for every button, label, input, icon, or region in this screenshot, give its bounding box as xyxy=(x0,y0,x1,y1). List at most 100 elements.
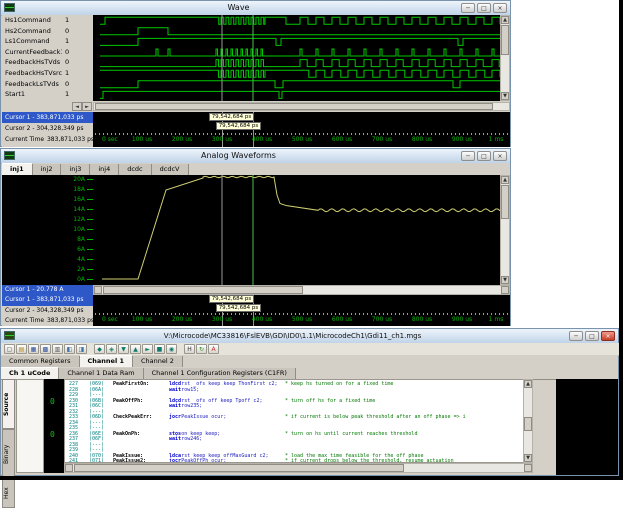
toolbar-stop-icon[interactable]: ■ xyxy=(154,344,165,354)
scroll-down-icon[interactable]: ▼ xyxy=(501,276,509,284)
toolbar-refresh-icon[interactable]: ↻ xyxy=(196,344,207,354)
side-tab-hex[interactable]: Hex xyxy=(2,479,15,508)
execution-marker[interactable]: 0 xyxy=(50,431,55,439)
analog-horizontal-scrollbar[interactable] xyxy=(93,285,510,295)
names-scroll-right-icon[interactable]: ► xyxy=(82,102,92,111)
analog-titlebar[interactable]: Analog Waveforms ─ □ × xyxy=(1,149,510,164)
wave-timeline-labels: 0 sec100 us200 us300 us400 us500 us600 u… xyxy=(93,136,510,146)
minimize-button[interactable]: ─ xyxy=(569,331,583,341)
toolbar-save-all-icon[interactable]: ▩ xyxy=(40,344,51,354)
wave-current-time-row: Current Time 383,871,033 ps xyxy=(2,134,96,147)
microcode-window: V:\Microcode\MC33816\FslEVB\GDI\ID0\1.1\… xyxy=(0,328,619,476)
toolbar-new-file-icon[interactable]: ▢ xyxy=(4,344,15,354)
code-view-side-tabs[interactable]: SourceBinaryHex xyxy=(2,379,16,473)
signal-value: 0 xyxy=(62,79,93,90)
wave-horizontal-scrollbar[interactable] xyxy=(93,102,510,111)
scroll-down-icon[interactable]: ▼ xyxy=(524,454,532,462)
toolbar-upload-icon[interactable]: ▲ xyxy=(130,344,141,354)
toolbar-assemble-icon[interactable]: A xyxy=(208,344,219,354)
analog-tab-inj4[interactable]: inj4 xyxy=(90,164,119,175)
wave-plot-area[interactable] xyxy=(93,15,500,101)
wave-vertical-scrollbar[interactable]: ▲ ▼ xyxy=(500,15,510,101)
analog-waveform xyxy=(93,175,500,285)
toolbar-compile-icon[interactable]: ◆ xyxy=(94,344,105,354)
toolbar-verify-icon[interactable]: ◉ xyxy=(166,344,177,354)
signal-value: 0 xyxy=(62,57,93,68)
channel-tab[interactable]: Channel 2 xyxy=(133,356,183,367)
timeline-label: 500 us xyxy=(292,316,312,323)
signal-name[interactable]: FeedbackHsTVds xyxy=(2,57,62,68)
toolbar-print-icon[interactable]: ▥ xyxy=(52,344,63,354)
breakpoint-strip[interactable]: 00 xyxy=(44,379,64,473)
signal-name[interactable]: Start1 xyxy=(2,89,62,100)
view-tab[interactable]: Ch 1 uCode xyxy=(1,367,59,379)
scroll-up-icon[interactable]: ▲ xyxy=(501,176,509,184)
maximize-button[interactable]: □ xyxy=(477,3,491,13)
scroll-down-icon[interactable]: ▼ xyxy=(501,92,509,100)
toolbar-hex-mode-icon[interactable]: H xyxy=(184,344,195,354)
toolbar-window-cascade-icon[interactable]: ◨ xyxy=(76,344,87,354)
analog-tab-inj1[interactable]: inj1 xyxy=(2,163,33,175)
scroll-left-icon[interactable] xyxy=(94,286,102,294)
channel-tab[interactable]: Channel 1 xyxy=(80,355,133,367)
signal-name[interactable]: CurrentFeedback1 xyxy=(2,47,62,58)
wave-timeline-strip[interactable]: 79,542,684 ps 79,542,684 ps 0 sec100 us2… xyxy=(93,112,510,147)
signal-value: 1 xyxy=(62,36,93,47)
close-button[interactable]: × xyxy=(601,331,615,341)
wave-window-title: Wave xyxy=(17,1,460,15)
toolbar-open-file-icon[interactable]: ▤ xyxy=(16,344,27,354)
analog-tab-dcdcV[interactable]: dcdcV xyxy=(152,164,189,175)
scroll-left-icon[interactable] xyxy=(65,464,73,472)
analog-vertical-scrollbar[interactable]: ▲ ▼ xyxy=(500,175,510,285)
toolbar-download-icon[interactable]: ▼ xyxy=(118,344,129,354)
toolbar-window-tile-icon[interactable]: ◧ xyxy=(64,344,75,354)
close-button[interactable]: × xyxy=(493,3,507,13)
signal-name[interactable]: FeedbackHsTVsrc xyxy=(2,68,62,79)
signal-name[interactable]: Ls1Command xyxy=(2,36,62,47)
names-scroll-left-icon[interactable]: ◄ xyxy=(72,102,82,111)
execution-marker[interactable]: 0 xyxy=(50,398,55,406)
analog-plot-area[interactable] xyxy=(93,175,500,285)
wave-signal-names[interactable]: Hs1CommandHs2CommandLs1CommandCurrentFee… xyxy=(2,15,63,101)
signal-name[interactable]: Hs2Command xyxy=(2,26,62,37)
code-horizontal-scrollbar[interactable] xyxy=(64,463,533,473)
timeline-label: 600 us xyxy=(332,136,352,143)
digital-trace xyxy=(100,49,500,56)
wave-cursor1-row[interactable]: Cursor 1 - 383,871,033 ps xyxy=(2,112,96,123)
cursor-delta-box: 79,542,684 ps xyxy=(216,122,261,130)
timeline-label: 500 us xyxy=(292,136,312,143)
code-titlebar[interactable]: V:\Microcode\MC33816\FslEVB\GDI\ID0\1.1\… xyxy=(1,329,618,344)
minimize-button[interactable]: ─ xyxy=(461,151,475,161)
toolbar-build-all-icon[interactable]: ◈ xyxy=(106,344,117,354)
scroll-right-icon[interactable] xyxy=(524,464,532,472)
signal-name[interactable]: FeedbackLsTVds xyxy=(2,79,62,90)
analog-timeline-strip[interactable]: 79,542,684 ps 79,542,684 ps 0 sec100 us2… xyxy=(93,295,510,326)
timeline-ruler-dots xyxy=(95,133,508,135)
view-tab[interactable]: Channel 1 Configuration Registers (C1FR) xyxy=(144,368,296,379)
wave-titlebar[interactable]: Wave ─ □ × xyxy=(1,1,510,16)
view-tab[interactable]: Channel 1 Data Ram xyxy=(59,368,143,379)
analog-tab-dcdc[interactable]: dcdc xyxy=(119,164,151,175)
minimize-button[interactable]: ─ xyxy=(461,3,475,13)
code-window-icon xyxy=(4,331,15,340)
code-vertical-scrollbar[interactable]: ▲ ▼ xyxy=(523,379,533,463)
side-tab-source[interactable]: Source xyxy=(2,379,15,429)
signal-value: 0 xyxy=(62,26,93,37)
close-button[interactable]: × xyxy=(493,151,507,161)
maximize-button[interactable]: □ xyxy=(477,151,491,161)
channel-tab[interactable]: Common Registers xyxy=(1,356,80,367)
analog-cursor-amp-row[interactable]: Cursor 1 - 20.778 A xyxy=(2,285,96,295)
toolbar-run-icon[interactable]: ► xyxy=(142,344,153,354)
scroll-up-icon[interactable]: ▲ xyxy=(524,380,532,388)
code-editor-area[interactable]: 227(069)PeakFirstOn:ldcd rst _ofs keep k… xyxy=(64,379,523,463)
toolbar-save-file-icon[interactable]: ▦ xyxy=(28,344,39,354)
side-tab-binary[interactable]: Binary xyxy=(2,429,15,479)
maximize-button[interactable]: □ xyxy=(585,331,599,341)
analog-tab-inj2[interactable]: inj2 xyxy=(33,164,62,175)
analog-tab-inj3[interactable]: inj3 xyxy=(61,164,90,175)
scroll-right-icon[interactable] xyxy=(501,286,509,294)
signal-name[interactable]: Hs1Command xyxy=(2,15,62,26)
y-axis-label: 10A xyxy=(73,226,85,233)
analog-cursor1-row[interactable]: Cursor 1 - 383,871,033 ps xyxy=(2,295,96,306)
scroll-up-icon[interactable]: ▲ xyxy=(501,16,509,24)
